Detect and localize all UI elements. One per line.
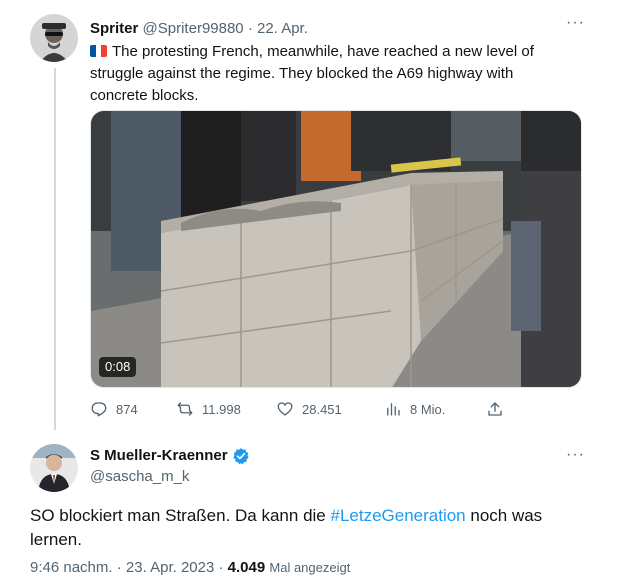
tweet-text-body: The protesting French, meanwhile, have r… [90,43,534,104]
author-name[interactable]: S Mueller-Kraenner [90,447,228,465]
views-button[interactable]: 8 Mio. [384,398,445,420]
author-handle[interactable]: @Spriter99880 [143,20,244,37]
tweet-text: SO blockiert man Straßen. Da kann die #L… [30,504,590,552]
french-flag-icon [90,45,107,57]
reply-button[interactable]: 874 [90,398,138,420]
retweet-icon [177,402,193,416]
tweet-date[interactable]: 22. Apr. [257,20,308,37]
video-duration: 0:08 [99,357,137,377]
tweet-header: Spriter @Spriter99880 · 22. Apr. [90,20,308,38]
author-handle[interactable]: @sascha_m_k [90,468,189,486]
avatar[interactable] [30,444,78,492]
like-button[interactable]: 28.451 [276,398,342,420]
retweet-button[interactable]: 11.998 [176,398,241,420]
views-count: 8 Mio. [410,401,446,417]
thread-line [54,68,56,430]
more-options-icon[interactable]: ··· [566,15,585,31]
heart-icon [277,402,293,416]
tweet-text: The protesting French, meanwhile, have r… [90,41,570,107]
share-icon [488,402,502,416]
tweet-text-part: SO blockiert man Straßen. Da kann die [30,506,331,525]
retweet-count: 11.998 [202,401,241,417]
tweet-actions: 874 11.998 28.451 8 Mio. [90,398,510,422]
views-chart-icon [387,403,400,416]
video-player[interactable]: 0:08 [90,110,582,388]
separator: · [247,20,253,37]
tweet-time[interactable]: 9:46 nachm. [30,559,113,576]
views-count: 4.049 [227,559,266,576]
quoted-tweet[interactable]: Spriter @Spriter99880 · 22. Apr. ··· The… [0,0,620,432]
share-button[interactable] [486,398,504,420]
reply-count: 874 [116,401,138,417]
author-name[interactable]: Spriter [90,20,138,37]
separator: · [218,559,224,576]
video-thumbnail [91,111,581,387]
main-tweet: S Mueller-Kraenner @sascha_m_k ··· SO bl… [0,432,620,588]
tweet-date[interactable]: 23. Apr. 2023 [126,559,214,576]
like-count: 28.451 [302,401,342,417]
separator: · [116,559,122,576]
author-name-row: S Mueller-Kraenner [90,447,250,465]
hashtag-link[interactable]: #LetzeGeneration [330,506,465,525]
views-label: Mal angezeigt [269,560,351,575]
more-options-icon[interactable]: ··· [566,447,585,463]
tweet-metadata: 9:46 nachm. · 23. Apr. 2023 · 4.049 Mal … [30,559,350,577]
reply-icon [91,402,107,417]
verified-badge-icon[interactable] [232,447,250,465]
avatar[interactable] [30,14,78,62]
